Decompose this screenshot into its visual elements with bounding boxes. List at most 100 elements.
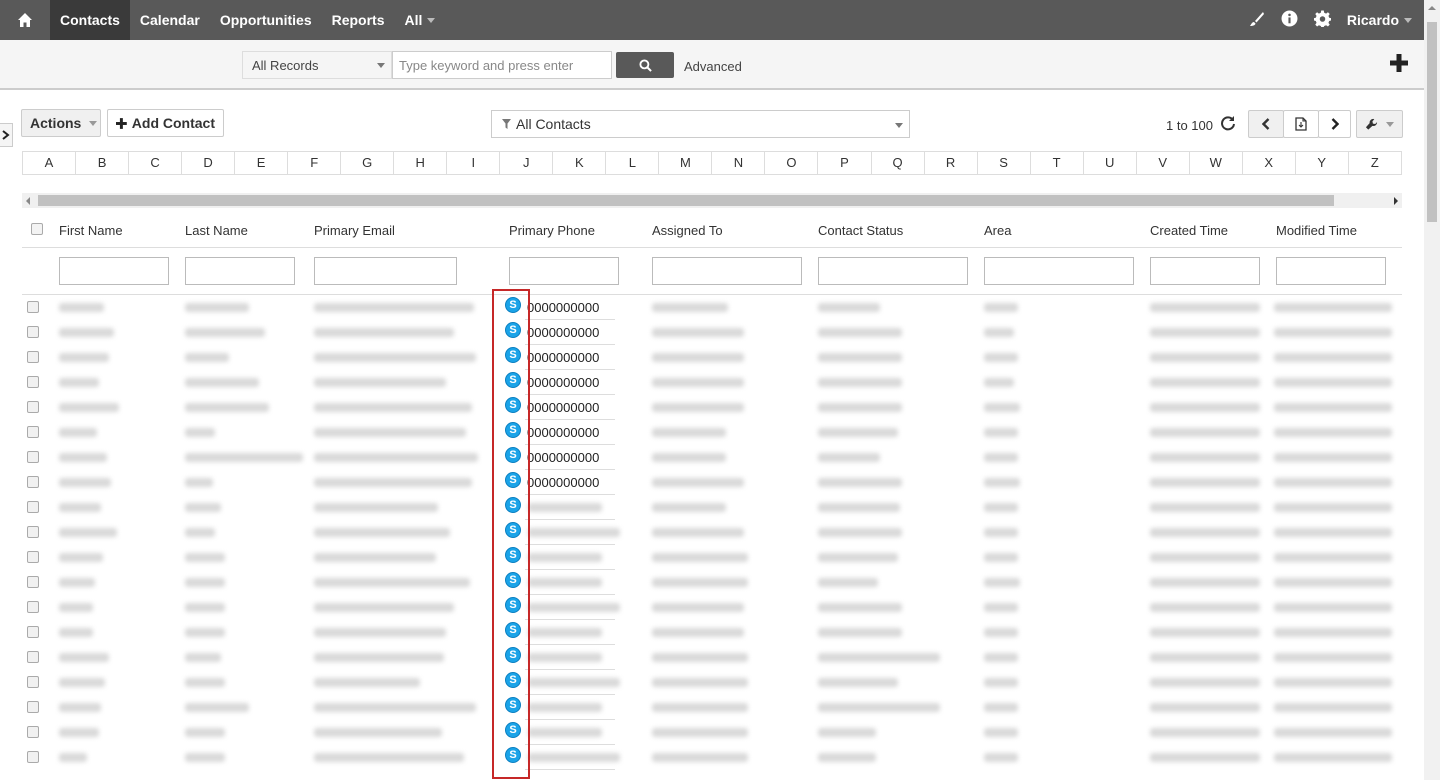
alphabet-letter-v[interactable]: V [1137, 152, 1190, 174]
table-row[interactable]: S 0000000000 [22, 345, 1402, 370]
alphabet-letter-c[interactable]: C [129, 152, 183, 174]
alphabet-letter-g[interactable]: G [341, 152, 395, 174]
alphabet-letter-e[interactable]: E [235, 152, 289, 174]
row-checkbox[interactable] [27, 601, 39, 613]
table-row[interactable]: S 0000000000 [22, 395, 1402, 420]
alphabet-letter-s[interactable]: S [978, 152, 1031, 174]
table-row[interactable]: S 0000000000 [22, 295, 1402, 320]
nav-contacts[interactable]: Contacts [50, 0, 130, 40]
primary-phone-cell[interactable]: 0000000000 [527, 475, 599, 490]
table-row[interactable]: S [22, 595, 1402, 620]
alphabet-letter-a[interactable]: A [23, 152, 77, 174]
paintbrush-icon[interactable] [1249, 11, 1265, 30]
alphabet-letter-t[interactable]: T [1031, 152, 1084, 174]
alphabet-letter-o[interactable]: O [765, 152, 819, 174]
row-checkbox[interactable] [27, 751, 39, 763]
next-page-button[interactable] [1318, 110, 1351, 138]
row-checkbox[interactable] [27, 651, 39, 663]
table-row[interactable]: S 0000000000 [22, 320, 1402, 345]
sidebar-toggle[interactable] [0, 123, 13, 147]
row-checkbox[interactable] [27, 626, 39, 638]
nav-calendar[interactable]: Calendar [130, 0, 210, 40]
alphabet-letter-p[interactable]: P [818, 152, 872, 174]
search-input[interactable] [392, 51, 612, 79]
alphabet-letter-m[interactable]: M [659, 152, 713, 174]
column-header-primary-email[interactable]: Primary Email [314, 223, 395, 238]
last-name-filter-input[interactable] [185, 257, 295, 285]
alphabet-letter-h[interactable]: H [394, 152, 448, 174]
alphabet-letter-b[interactable]: B [76, 152, 130, 174]
nav-opportunities[interactable]: Opportunities [210, 0, 322, 40]
primary-phone-cell[interactable]: 0000000000 [527, 425, 599, 440]
alphabet-letter-u[interactable]: U [1084, 152, 1137, 174]
advanced-search-link[interactable]: Advanced [684, 59, 742, 74]
user-menu[interactable]: Ricardo [1347, 12, 1412, 28]
scroll-up-arrow[interactable] [1428, 6, 1436, 10]
assigned-to-filter-input[interactable] [652, 257, 802, 285]
row-checkbox[interactable] [27, 326, 39, 338]
alphabet-letter-f[interactable]: F [288, 152, 342, 174]
table-row[interactable]: S [22, 695, 1402, 720]
row-checkbox[interactable] [27, 726, 39, 738]
previous-page-button[interactable] [1248, 110, 1284, 138]
list-settings-button[interactable] [1356, 110, 1403, 138]
column-header-last-name[interactable]: Last Name [185, 223, 248, 238]
table-row[interactable]: S [22, 670, 1402, 695]
primary-phone-cell[interactable]: 0000000000 [527, 325, 599, 340]
nav-all-menu[interactable]: All [395, 0, 446, 40]
area-filter-input[interactable] [984, 257, 1134, 285]
page-jump-button[interactable] [1283, 110, 1319, 138]
row-checkbox[interactable] [27, 476, 39, 488]
modified-time-filter-input[interactable] [1276, 257, 1386, 285]
row-checkbox[interactable] [27, 426, 39, 438]
scroll-right-arrow[interactable] [1394, 197, 1398, 205]
actions-button[interactable]: Actions [21, 109, 101, 137]
first-name-filter-input[interactable] [59, 257, 169, 285]
table-row[interactable]: S [22, 520, 1402, 545]
row-checkbox[interactable] [27, 351, 39, 363]
column-header-contact-status[interactable]: Contact Status [818, 223, 903, 238]
vertical-scrollbar[interactable] [1424, 0, 1440, 780]
alphabet-letter-y[interactable]: Y [1296, 152, 1349, 174]
alphabet-letter-k[interactable]: K [553, 152, 607, 174]
created-time-filter-input[interactable] [1150, 257, 1260, 285]
row-checkbox[interactable] [27, 501, 39, 513]
alphabet-letter-l[interactable]: L [606, 152, 660, 174]
column-header-created-time[interactable]: Created Time [1150, 223, 1228, 238]
horizontal-scrollbar[interactable] [22, 193, 1402, 208]
table-row[interactable]: S [22, 720, 1402, 745]
alphabet-letter-q[interactable]: Q [872, 152, 925, 174]
primary-phone-cell[interactable]: 0000000000 [527, 400, 599, 415]
alphabet-letter-d[interactable]: D [182, 152, 236, 174]
table-row[interactable]: S [22, 620, 1402, 645]
row-checkbox[interactable] [27, 576, 39, 588]
table-row[interactable]: S 0000000000 [22, 470, 1402, 495]
alphabet-letter-n[interactable]: N [712, 152, 766, 174]
row-checkbox[interactable] [27, 701, 39, 713]
search-scope-select[interactable]: All Records [242, 51, 392, 79]
primary-email-filter-input[interactable] [314, 257, 457, 285]
row-checkbox[interactable] [27, 526, 39, 538]
alphabet-letter-r[interactable]: R [925, 152, 978, 174]
row-checkbox[interactable] [27, 301, 39, 313]
alphabet-letter-w[interactable]: W [1190, 152, 1243, 174]
add-contact-button[interactable]: Add Contact [107, 109, 224, 137]
primary-phone-cell[interactable]: 0000000000 [527, 350, 599, 365]
alphabet-letter-j[interactable]: J [500, 152, 554, 174]
row-checkbox[interactable] [27, 676, 39, 688]
gear-icon[interactable] [1313, 10, 1331, 30]
primary-phone-filter-input[interactable] [509, 257, 619, 285]
contact-status-filter-input[interactable] [818, 257, 968, 285]
column-header-first-name[interactable]: First Name [59, 223, 123, 238]
info-icon[interactable] [1281, 10, 1298, 30]
row-checkbox[interactable] [27, 401, 39, 413]
select-all-checkbox[interactable] [31, 223, 43, 235]
primary-phone-cell[interactable]: 0000000000 [527, 450, 599, 465]
primary-phone-cell[interactable]: 0000000000 [527, 300, 599, 315]
row-checkbox[interactable] [27, 376, 39, 388]
row-checkbox[interactable] [27, 451, 39, 463]
alphabet-letter-i[interactable]: I [447, 152, 501, 174]
alphabet-letter-x[interactable]: X [1243, 152, 1296, 174]
table-row[interactable]: S [22, 745, 1402, 770]
refresh-icon[interactable] [1220, 115, 1238, 133]
